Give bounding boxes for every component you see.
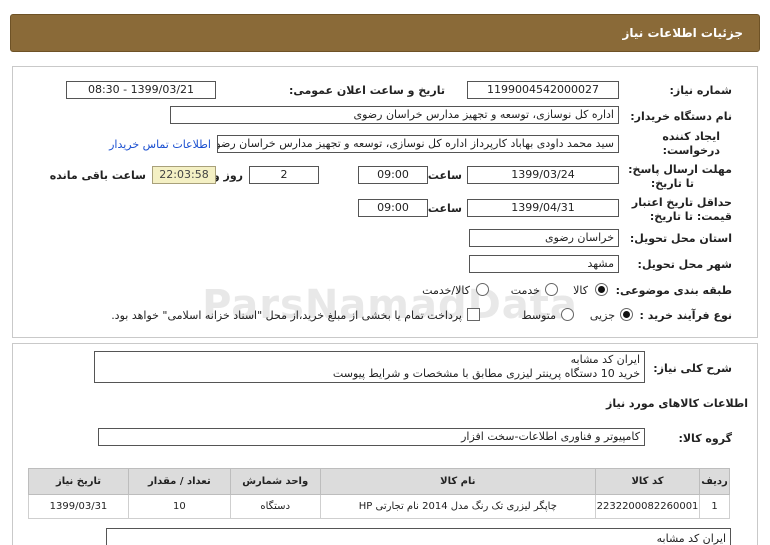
buyer-org-field: اداره کل نوسازی، توسعه و تجهیز مدارس خرا… bbox=[170, 106, 619, 124]
price-validity-time-field: 09:00 bbox=[358, 199, 428, 217]
province-field: خراسان رضوی bbox=[469, 229, 619, 247]
table-header-row: ردیف کد کالا نام کالا واحد شمارش تعداد /… bbox=[28, 468, 730, 495]
city-field: مشهد bbox=[469, 255, 619, 273]
price-validity-time-label: ساعت bbox=[427, 202, 462, 215]
category-goods-service-label: کالا/خدمت bbox=[422, 284, 470, 297]
announce-date-field: 1399/03/21 - 08:30 bbox=[66, 81, 216, 99]
unit-cell: دستگاه bbox=[229, 494, 321, 519]
price-validity-label-line2: قیمت: تا تاریخ: bbox=[649, 210, 732, 223]
summary-field: ایران کد مشابه خرید 10 دستگاه پرینتر لیز… bbox=[94, 351, 645, 383]
category-goods-label: کالا bbox=[573, 284, 588, 297]
send-deadline-time-field: 09:00 bbox=[358, 166, 428, 184]
page-title: جزئیات اطلاعات نیاز bbox=[622, 26, 743, 40]
remaining-time-field: 22:03:58 bbox=[152, 166, 216, 184]
goods-info-title: اطلاعات کالاهای مورد نیاز bbox=[606, 397, 748, 410]
summary-label: شرح کلی نیاز: bbox=[653, 362, 732, 375]
category-goods-service-radio[interactable] bbox=[476, 283, 489, 296]
row-number-cell: 1 bbox=[699, 494, 730, 519]
province-label: استان محل تحویل: bbox=[629, 232, 732, 245]
goods-note-field: ایران کد مشابه bbox=[106, 528, 731, 545]
send-deadline-time-label: ساعت bbox=[427, 169, 462, 182]
buyer-contact-link[interactable]: اطلاعات تماس خریدار bbox=[109, 138, 211, 151]
city-label: شهر محل تحویل: bbox=[637, 258, 732, 271]
category-label: طبقه بندی موضوعی: bbox=[615, 284, 732, 297]
need-date-cell: 1399/03/31 bbox=[28, 494, 129, 519]
process-medium-radio[interactable] bbox=[561, 308, 574, 321]
goods-code-cell: 2232200082260001 bbox=[595, 494, 701, 519]
process-minor-radio[interactable] bbox=[620, 308, 633, 321]
summary-line2: خرید 10 دستگاه پرینتر لیزری مطابق با مشخ… bbox=[332, 367, 640, 380]
send-deadline-date-field: 1399/03/24 bbox=[467, 166, 619, 184]
goods-group-field: کامپیوتر و فناوری اطلاعات-سخت افزار bbox=[98, 428, 645, 446]
category-service-label: خدمت bbox=[510, 284, 540, 297]
category-service-radio[interactable] bbox=[545, 283, 558, 296]
table-row: 1 2232200082260001 چاپگر لیزری تک رنگ مد… bbox=[28, 494, 730, 519]
treasury-bonds-text: پرداخت تمام یا بخشی از مبلغ خرید،از محل … bbox=[111, 309, 462, 322]
goods-group-label: گروه کالا: bbox=[678, 432, 732, 445]
col-name-header: نام کالا bbox=[319, 468, 597, 495]
col-unit-header: واحد شمارش bbox=[229, 468, 321, 495]
goods-name-cell: چاپگر لیزری تک رنگ مدل 2014 نام تجارتی H… bbox=[319, 494, 597, 519]
process-medium-label: متوسط bbox=[521, 309, 556, 322]
creator-label-line2: درخواست: bbox=[662, 144, 720, 157]
announce-date-label: تاریخ و ساعت اعلان عمومی: bbox=[288, 84, 445, 97]
category-goods-radio[interactable] bbox=[595, 283, 608, 296]
col-date-header: تاریخ نیاز bbox=[28, 468, 129, 495]
remaining-time-label: ساعت باقی مانده bbox=[49, 169, 146, 182]
price-validity-date-field: 1399/04/31 bbox=[467, 199, 619, 217]
send-deadline-label-line2: تا تاریخ: bbox=[650, 177, 694, 190]
treasury-bonds-checkbox[interactable] bbox=[467, 308, 480, 321]
creator-field: سید محمد داودی بهاباد کارپرداز اداره کل … bbox=[217, 135, 619, 153]
page-header: جزئیات اطلاعات نیاز bbox=[10, 14, 760, 52]
creator-label-line1: ایجاد کننده bbox=[662, 130, 720, 143]
send-deadline-label-line1: مهلت ارسال پاسخ: bbox=[628, 163, 732, 176]
buyer-org-label: نام دستگاه خریدار: bbox=[630, 110, 732, 123]
price-validity-label-line1: حداقل تاریخ اعتبار bbox=[631, 196, 732, 209]
need-number-field: 1199004542000027 bbox=[467, 81, 619, 99]
col-code-header: کد کالا bbox=[595, 468, 701, 495]
col-row-header: ردیف bbox=[699, 468, 730, 495]
days-label: روز و bbox=[212, 169, 243, 182]
process-label: نوع فرآیند خرید : bbox=[639, 309, 732, 322]
remaining-days-field: 2 bbox=[249, 166, 319, 184]
col-qty-header: تعداد / مقدار bbox=[127, 468, 231, 495]
summary-line1: ایران کد مشابه bbox=[570, 353, 640, 366]
goods-table: ردیف کد کالا نام کالا واحد شمارش تعداد /… bbox=[28, 468, 730, 519]
quantity-cell: 10 bbox=[127, 494, 231, 519]
process-minor-label: جزیی bbox=[589, 309, 615, 322]
need-number-label: شماره نیاز: bbox=[669, 84, 732, 97]
